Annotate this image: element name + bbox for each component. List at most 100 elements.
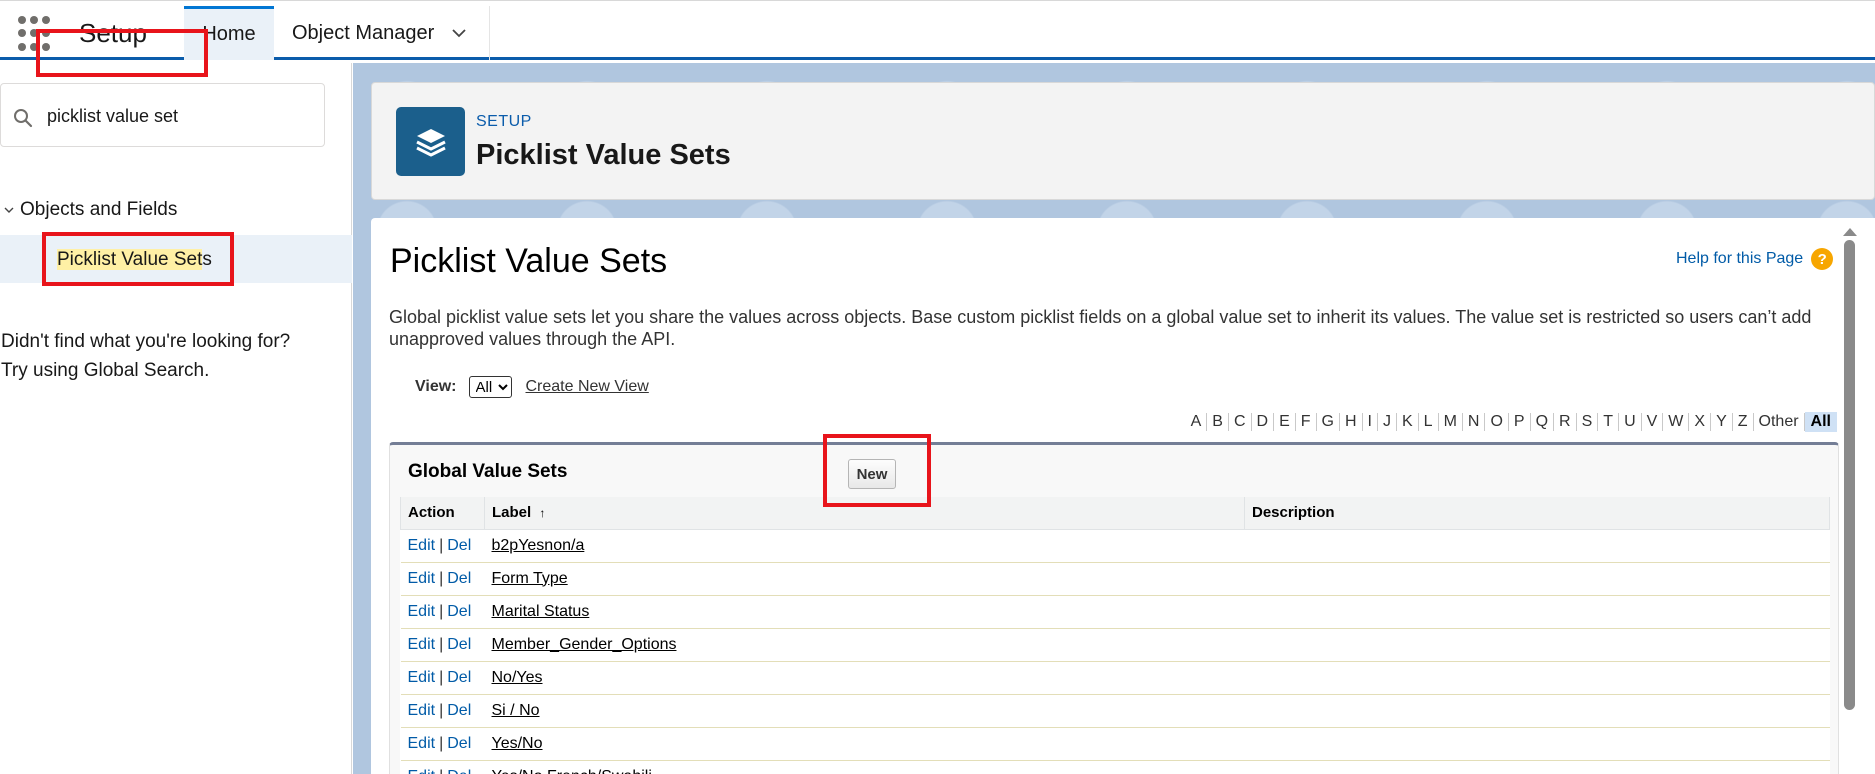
alpha-filter-c[interactable]: C [1229, 413, 1252, 431]
table-row: Edit | Del No/Yes [400, 661, 1830, 695]
help-icon: ? [1811, 248, 1834, 270]
row-actions: Edit|Del [400, 595, 485, 629]
value-set-link[interactable]: No/Yes [492, 669, 543, 686]
del-link[interactable]: Del [447, 768, 471, 774]
tree-child-label-rest: s [202, 249, 212, 270]
del-link[interactable]: Del [447, 570, 471, 587]
alpha-filter-x[interactable]: X [1689, 413, 1712, 431]
edit-link[interactable]: Edit [408, 636, 436, 653]
global-value-sets-list: Global Value Sets New Action Label ↑ Des… [389, 442, 1839, 774]
quick-find-box[interactable] [0, 83, 325, 147]
row-description [1244, 661, 1830, 695]
alpha-filter-y[interactable]: Y [1711, 413, 1733, 431]
alpha-filter-v[interactable]: V [1642, 413, 1664, 431]
value-set-link[interactable]: Si / No [492, 702, 540, 719]
edit-link[interactable]: Edit [408, 669, 436, 686]
tab-object-manager[interactable]: Object Manager [274, 6, 490, 60]
view-select[interactable]: All [468, 376, 512, 398]
page-header: SETUP Picklist Value Sets [371, 82, 1875, 200]
alpha-filter-s[interactable]: S [1577, 413, 1599, 431]
edit-link[interactable]: Edit [408, 570, 436, 587]
edit-link[interactable]: Edit [408, 735, 436, 752]
scrollbar[interactable] [1843, 226, 1857, 774]
del-link[interactable]: Del [447, 702, 471, 719]
alpha-filter-b[interactable]: B [1207, 413, 1229, 431]
tree-item-picklist-value-sets[interactable]: Picklist Value Sets [0, 235, 352, 283]
chevron-down-icon[interactable] [452, 26, 466, 40]
edit-link[interactable]: Edit [408, 537, 436, 554]
column-header-label[interactable]: Label ↑ [484, 497, 1245, 530]
row-actions: Edit|Del [400, 661, 485, 695]
help-link[interactable]: Help for this Page ? [1676, 248, 1834, 270]
alpha-filter-m[interactable]: M [1439, 413, 1463, 431]
alpha-filter-o[interactable]: O [1485, 413, 1509, 431]
value-set-link[interactable]: b2pYesnon/a [492, 537, 585, 554]
new-button[interactable]: New [848, 459, 896, 489]
alpha-filter-q[interactable]: Q [1531, 413, 1555, 431]
app-launcher-icon[interactable] [18, 16, 54, 52]
alpha-filter-d[interactable]: D [1252, 413, 1275, 431]
page-description: Global picklist value sets let you share… [389, 307, 1812, 349]
global-header: Setup Home Object Manager [0, 0, 1875, 60]
create-new-view-link[interactable]: Create New View [526, 378, 649, 396]
value-set-link[interactable]: Member_Gender_Options [492, 636, 677, 653]
tab-object-manager-label: Object Manager [292, 21, 435, 44]
alpha-filter-all[interactable]: All [1804, 412, 1837, 432]
scroll-up-icon[interactable] [1843, 228, 1857, 236]
alpha-filter-k[interactable]: K [1397, 413, 1419, 431]
tree-parent-label: Objects and Fields [20, 199, 178, 220]
list-title: Global Value Sets [408, 461, 568, 482]
del-link[interactable]: Del [447, 537, 471, 554]
value-set-link[interactable]: Yes/No [492, 735, 543, 752]
alpha-filter-u[interactable]: U [1619, 413, 1642, 431]
column-header-description: Description [1244, 497, 1830, 530]
table-row: Edit | Del Form Type [400, 562, 1830, 596]
value-set-link[interactable]: Marital Status [492, 603, 590, 620]
alpha-filter-t[interactable]: T [1598, 413, 1620, 431]
row-actions: Edit|Del [400, 562, 485, 596]
chevron-down-icon[interactable] [4, 205, 14, 215]
alpha-filter-e[interactable]: E [1274, 413, 1296, 431]
alpha-filter-z[interactable]: Z [1733, 413, 1754, 431]
del-link[interactable]: Del [447, 603, 471, 620]
edit-link[interactable]: Edit [408, 702, 436, 719]
alpha-filter-h[interactable]: H [1340, 413, 1363, 431]
value-set-link[interactable]: Form Type [492, 570, 568, 587]
alpha-filter-p[interactable]: P [1509, 413, 1531, 431]
scroll-thumb[interactable] [1844, 240, 1855, 710]
row-actions: Edit|Del [400, 628, 485, 662]
not-found-line-2: Try using Global Search. [1, 360, 210, 381]
row-label: No/Yes [484, 661, 1245, 695]
alpha-filter-f[interactable]: F [1296, 413, 1317, 431]
table-row: Edit | Del b2pYesnon/a [400, 529, 1830, 563]
tree-objects-and-fields[interactable]: Objects and Fields [4, 199, 177, 221]
alpha-filter-g[interactable]: G [1317, 413, 1340, 431]
row-label: Member_Gender_Options [484, 628, 1245, 662]
search-icon [14, 109, 33, 128]
row-description [1244, 529, 1830, 563]
tab-home-label: Home [202, 23, 256, 45]
edit-link[interactable]: Edit [408, 768, 436, 774]
help-link-label: Help for this Page [1676, 250, 1804, 267]
value-set-link[interactable]: Yes/No French/Swahili [492, 768, 652, 774]
quick-find-input[interactable] [47, 104, 297, 128]
del-link[interactable]: Del [447, 636, 471, 653]
view-label: View: [415, 378, 457, 395]
alpha-filter-i[interactable]: I [1363, 413, 1378, 431]
alpha-filter-w[interactable]: W [1663, 413, 1690, 431]
alpha-filter-r[interactable]: R [1554, 413, 1577, 431]
breadcrumb[interactable]: SETUP [476, 113, 532, 131]
tab-home[interactable]: Home [184, 6, 274, 60]
not-found-line-1: Didn't find what you're looking for? [1, 331, 291, 352]
alpha-filter-a[interactable]: A [1186, 413, 1208, 431]
edit-link[interactable]: Edit [408, 603, 436, 620]
del-link[interactable]: Del [447, 735, 471, 752]
alpha-filter-l[interactable]: L [1419, 413, 1439, 431]
row-label: Marital Status [484, 595, 1245, 629]
row-description [1244, 694, 1830, 728]
del-link[interactable]: Del [447, 669, 471, 686]
action-separator: | [439, 668, 444, 686]
alpha-filter-n[interactable]: N [1463, 413, 1486, 431]
alpha-filter-j[interactable]: J [1378, 413, 1397, 431]
alpha-filter-other[interactable]: Other [1754, 413, 1805, 431]
